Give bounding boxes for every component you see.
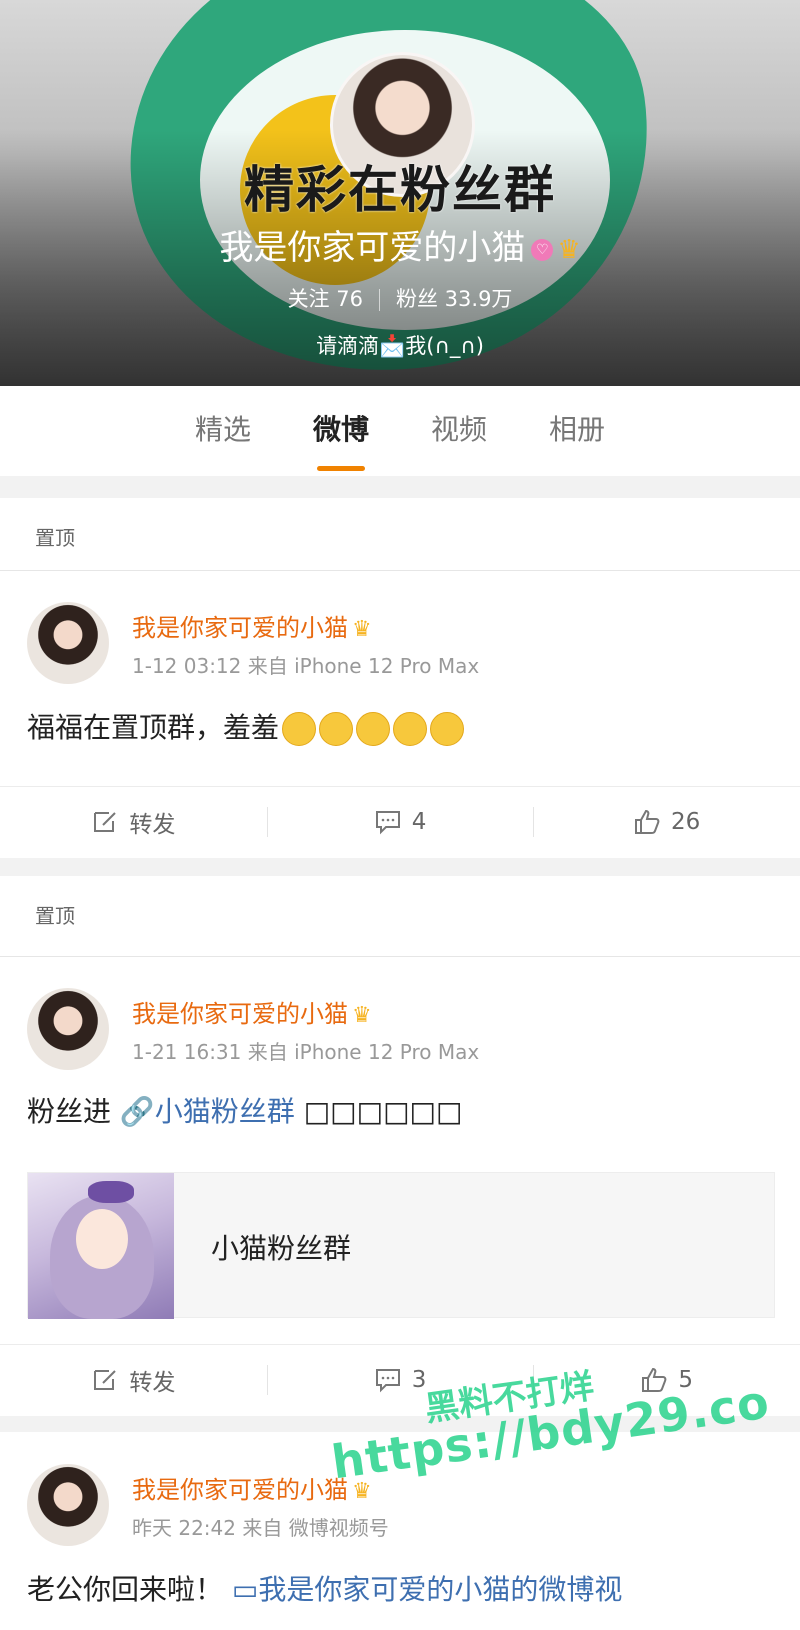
avatar[interactable] — [27, 1464, 109, 1546]
stats-divider — [378, 289, 380, 311]
profile-banner: 精彩在粉丝群 我是你家可爱的小猫 ♡ ♛ 关注 76 粉丝 33.9万 请滴滴📩我(∩… — [0, 0, 800, 386]
avatar[interactable] — [27, 988, 109, 1070]
profile-bio: 请滴滴📩我(∩_∩) — [316, 334, 484, 358]
tab-albums[interactable]: 相册 — [545, 408, 609, 476]
comment-icon — [375, 1368, 400, 1392]
thumbnail-bow — [88, 1181, 134, 1203]
shy-emoji-icon — [430, 712, 465, 746]
crown-icon[interactable]: ♛ — [557, 235, 580, 265]
comment-icon — [375, 810, 400, 834]
profile-name: 我是你家可爱的小猫 ♡ ♛ — [0, 220, 800, 269]
video-link[interactable]: 我是你家可爱的小猫的微博视 — [258, 1573, 622, 1606]
group-link[interactable]: 小猫粉丝群 — [155, 1095, 295, 1128]
crown-icon: ♛ — [352, 617, 372, 642]
thumbnail-face — [76, 1209, 128, 1269]
post-author[interactable]: 我是你家可爱的小猫 ♛ — [132, 994, 372, 1029]
link-card-thumbnail — [28, 1173, 174, 1319]
following-stat[interactable]: 关注 76 — [288, 287, 363, 311]
video-icon: ▭ — [231, 1573, 259, 1606]
avatar[interactable] — [27, 602, 109, 684]
link-card-title: 小猫粉丝群 — [211, 1232, 352, 1265]
link-card[interactable]: 小猫粉丝群 — [27, 1172, 775, 1319]
tab-featured[interactable]: 精选 — [191, 408, 255, 476]
shy-emoji-icon — [356, 712, 391, 746]
post-meta: 昨天 22:42 来自 微博视频号 — [132, 1516, 389, 1540]
post-text: 福福在置顶群，羞羞 — [27, 706, 465, 746]
repost-icon — [94, 1369, 117, 1390]
shy-emoji-icon — [319, 712, 354, 746]
repost-icon — [94, 811, 117, 832]
link-icon: 🔗 — [119, 1095, 155, 1128]
profile-name-text: 我是你家可爱的小猫 — [219, 228, 526, 268]
pinned-label: 置顶 — [35, 526, 75, 550]
repost-button[interactable]: 转发 — [0, 1345, 267, 1414]
post-text: 粉丝进 🔗小猫粉丝群 □□□□□□ — [27, 1095, 463, 1128]
like-button[interactable]: 26 — [533, 787, 800, 856]
tab-weibo[interactable]: 微博 — [309, 408, 373, 476]
post-meta: 1-21 16:31 来自 iPhone 12 Pro Max — [132, 1040, 480, 1064]
crown-icon: ♛ — [352, 1003, 372, 1028]
tab-videos[interactable]: 视频 — [427, 408, 491, 476]
shy-emoji-icon — [393, 712, 428, 746]
repost-button[interactable]: 转发 — [0, 787, 267, 856]
followers-stat[interactable]: 粉丝 33.9万 — [396, 287, 512, 311]
vip-badge-icon[interactable]: ♡ — [531, 238, 554, 261]
divider — [0, 570, 800, 571]
thumbs-up-icon — [635, 809, 660, 834]
post-author[interactable]: 我是你家可爱的小猫 ♛ — [132, 608, 372, 643]
profile-stats: 关注 76 粉丝 33.9万 — [0, 283, 800, 313]
post-actions: 转发 4 26 — [0, 786, 800, 856]
post-card: 置顶 我是你家可爱的小猫 ♛ 1-12 03:12 来自 iPhone 12 Pr… — [0, 498, 800, 858]
pinned-label: 置顶 — [35, 904, 75, 928]
shy-emoji-icon — [282, 712, 317, 746]
post-meta: 1-12 03:12 来自 iPhone 12 Pro Max — [132, 654, 480, 678]
profile-tabs: 精选 微博 视频 相册 — [0, 386, 800, 476]
post-card: 置顶 我是你家可爱的小猫 ♛ 1-21 16:31 来自 iPhone 12 Pr… — [0, 876, 800, 1416]
comment-button[interactable]: 4 — [266, 787, 534, 856]
banner-slogan: 精彩在粉丝群 — [244, 161, 556, 219]
divider — [0, 956, 800, 957]
post-text: 老公你回来啦！ ▭我是你家可爱的小猫的微博视 — [27, 1573, 623, 1606]
